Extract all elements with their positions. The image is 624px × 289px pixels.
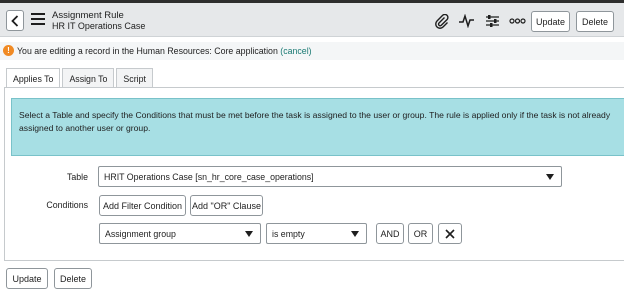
notice-scope: Human Resources: Core xyxy=(136,46,234,56)
remove-condition-button[interactable] xyxy=(438,223,462,244)
table-label: Table xyxy=(66,172,88,182)
page-title: Assignment Rule xyxy=(52,10,124,21)
chevron-down-icon xyxy=(351,230,359,237)
notice-middle: application xyxy=(235,46,278,56)
update-button-header[interactable]: Update xyxy=(531,11,570,32)
page-subtitle: HR IT Operations Case xyxy=(52,21,146,31)
conditions-label: Conditions xyxy=(46,200,88,210)
and-button[interactable]: AND xyxy=(376,223,404,244)
activity-icon[interactable] xyxy=(457,13,475,29)
form-tabs: Applies To Assign To Script xyxy=(6,68,155,89)
condition-field-value: Assignment group xyxy=(105,228,176,239)
chevron-down-icon xyxy=(245,230,253,237)
tab-assign-to[interactable]: Assign To xyxy=(62,68,115,88)
tab-script[interactable]: Script xyxy=(116,68,153,88)
info-text-part: and specify the xyxy=(72,110,136,120)
table-select[interactable]: HRIT Operations Case [sn_hr_core_case_op… xyxy=(98,166,562,187)
scope-notice: ! You are editing a record in the Human … xyxy=(0,42,624,60)
info-box: Select a Table and specify the Condition… xyxy=(11,98,624,156)
attachment-icon[interactable] xyxy=(434,13,450,29)
back-button[interactable] xyxy=(6,10,24,31)
or-button[interactable]: OR xyxy=(408,223,433,244)
delete-button-header[interactable]: Delete xyxy=(576,11,614,32)
form-header: Assignment Rule HR IT Operations Case Up… xyxy=(0,3,624,37)
menu-icon[interactable] xyxy=(31,13,45,25)
add-filter-condition-button[interactable]: Add Filter Condition xyxy=(99,195,186,216)
warning-icon: ! xyxy=(3,45,14,56)
cancel-link[interactable]: (cancel) xyxy=(280,46,311,56)
update-button[interactable]: Update xyxy=(6,268,48,289)
delete-button[interactable]: Delete xyxy=(54,268,92,289)
close-icon xyxy=(445,228,455,239)
more-options-icon[interactable] xyxy=(508,13,526,29)
info-text-conditions: Conditions xyxy=(135,110,177,120)
notice-prefix: You are editing a record in the xyxy=(17,46,135,56)
info-text-table: Table xyxy=(52,110,73,120)
condition-operator-select[interactable]: is empty xyxy=(266,223,367,244)
condition-operator-value: is empty xyxy=(272,228,305,239)
chevron-down-icon xyxy=(546,173,554,180)
info-text: Select a Table and specify the Condition… xyxy=(19,109,624,135)
table-select-value: HRIT Operations Case [sn_hr_core_case_op… xyxy=(104,171,314,182)
settings-sliders-icon[interactable] xyxy=(484,13,500,29)
info-text-part: Select a xyxy=(19,110,53,120)
chevron-left-icon xyxy=(11,14,19,27)
tab-applies-to[interactable]: Applies To xyxy=(6,68,61,89)
add-or-clause-button[interactable]: Add "OR" Clause xyxy=(190,195,263,216)
notice-text: You are editing a record in the Human Re… xyxy=(17,46,312,56)
condition-field-select[interactable]: Assignment group xyxy=(99,223,261,244)
